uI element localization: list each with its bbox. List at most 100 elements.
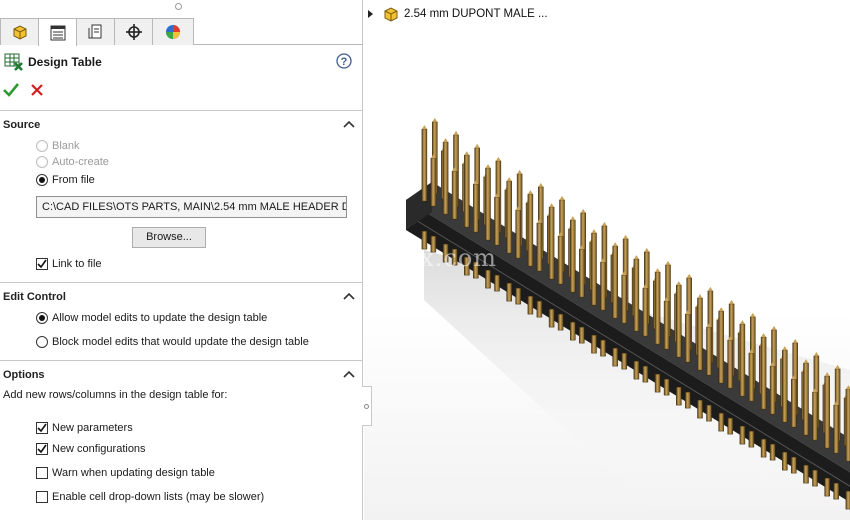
header-pin-short-tail	[748, 430, 755, 448]
header-pin-tip	[761, 333, 767, 338]
options-subtitle: Add new rows/columns in the design table…	[3, 389, 228, 401]
panel-collapse-handle[interactable]	[362, 386, 372, 426]
header-pin-tip	[771, 325, 777, 330]
header-pin	[421, 128, 428, 202]
radio-blank[interactable]: Blank	[36, 138, 80, 154]
header-pin-tip	[559, 195, 565, 200]
tab-feature-manager[interactable]	[0, 18, 39, 45]
header-pin-tail	[676, 386, 682, 406]
header-pin	[633, 258, 640, 332]
panel-grip-icon[interactable]	[175, 3, 182, 10]
header-pin-tip	[707, 286, 713, 291]
header-pin	[612, 245, 618, 319]
header-pin	[506, 180, 512, 254]
part-name-label: 2.54 mm DUPONT MALE ...	[404, 8, 548, 20]
header-pin-tip	[697, 294, 703, 299]
header-pin-short	[663, 300, 670, 350]
header-pin	[718, 310, 724, 384]
header-pin-short	[473, 183, 479, 233]
expand-arrow-icon[interactable]	[368, 10, 373, 18]
edit-control-section-title[interactable]: Edit Control	[3, 291, 66, 303]
tab-property-manager[interactable]	[38, 18, 77, 46]
tab-dimxpert-manager[interactable]	[114, 18, 153, 45]
ok-checkmark-icon[interactable]	[2, 82, 20, 98]
header-pin-short	[494, 196, 500, 246]
header-pin-short-tail	[536, 300, 543, 318]
header-pin-short	[812, 391, 818, 441]
design-table-icon	[4, 53, 23, 71]
header-pin-tip	[580, 208, 586, 213]
browse-button[interactable]: Browse...	[132, 227, 206, 248]
header-pin-tail	[612, 347, 618, 367]
cancel-x-icon[interactable]	[29, 82, 45, 98]
header-pin-short	[600, 261, 606, 311]
file-path-field[interactable]: C:\CAD FILES\OTS PARTS, MAIN\2.54 mm MAL…	[36, 196, 347, 218]
header-pin-short-tail	[621, 352, 627, 370]
tab-display-manager[interactable]	[152, 18, 194, 45]
header-pin	[782, 349, 788, 423]
header-pin-short	[833, 404, 839, 454]
header-pin-tip	[432, 117, 438, 122]
svg-text:?: ?	[341, 56, 348, 68]
header-pin-short-tail	[812, 469, 818, 487]
radio-from-file[interactable]: From file	[36, 172, 95, 188]
header-pin-short	[451, 170, 458, 220]
link-to-file-checkbox[interactable]: Link to file	[36, 256, 102, 272]
header-pin	[591, 232, 597, 306]
checkmark-icon	[37, 259, 47, 269]
header-pin-tip	[421, 125, 427, 130]
header-pin-tail	[845, 490, 850, 510]
configuration-manager-icon	[88, 24, 101, 39]
property-manager-icon	[50, 25, 65, 40]
cell-dropdown-checkbox[interactable]: Enable cell drop-down lists (may be slow…	[36, 489, 264, 505]
header-pin	[548, 206, 555, 280]
header-pin	[570, 219, 576, 293]
header-pin	[845, 388, 850, 462]
help-icon[interactable]: ?	[336, 53, 352, 69]
header-pin	[654, 271, 661, 345]
manager-tabs	[0, 18, 363, 46]
header-pin	[464, 154, 470, 228]
source-section-title[interactable]: Source	[3, 119, 40, 131]
header-pin-tail	[527, 295, 534, 315]
header-pin-tip	[464, 151, 470, 156]
options-section-title[interactable]: Options	[3, 369, 45, 381]
radio-block-model-edits[interactable]: Block model edits that would update the …	[36, 334, 309, 350]
header-pin-short	[727, 339, 733, 389]
tab-configuration-manager[interactable]	[76, 18, 115, 45]
radio-allow-model-edits[interactable]: Allow model edits to update the design t…	[36, 310, 267, 326]
header-pin	[676, 284, 682, 358]
header-pin-tip	[549, 203, 555, 208]
warn-updating-checkbox[interactable]: Warn when updating design table	[36, 465, 215, 481]
feature-tree-root[interactable]: 2.54 mm DUPONT MALE ...	[368, 5, 548, 23]
graphics-viewport[interactable]: 2.54 mm DUPONT MALE ... www.3dmox.com	[364, 0, 850, 520]
header-pin-tail	[824, 477, 830, 497]
header-pin	[485, 167, 491, 241]
new-configurations-checkbox[interactable]: New configurations	[36, 441, 146, 457]
header-pin-tip	[676, 281, 682, 286]
new-parameters-checkbox[interactable]: New parameters	[36, 420, 133, 436]
header-pin	[697, 297, 703, 371]
chevron-up-icon[interactable]	[343, 119, 355, 129]
header-pin-tip	[612, 242, 618, 247]
section-divider	[0, 360, 363, 361]
header-pin-short	[706, 326, 712, 376]
header-pin-tail	[697, 399, 703, 419]
chevron-up-icon[interactable]	[343, 291, 355, 301]
header-pin-tip	[601, 221, 607, 226]
chevron-up-icon[interactable]	[343, 369, 355, 379]
header-pin	[442, 141, 449, 215]
header-pin-short	[515, 209, 521, 259]
header-pin-short	[557, 235, 564, 285]
header-pin-short	[430, 157, 437, 207]
panel-title: Design Table	[28, 55, 102, 69]
header-pin-tail	[633, 360, 640, 380]
header-pin-short	[579, 248, 585, 298]
radio-auto-create[interactable]: Auto-create	[36, 154, 109, 170]
header-pin-tip	[517, 169, 523, 174]
header-pin-short-tail	[494, 274, 500, 292]
header-pin-tip	[813, 351, 819, 356]
header-pin-tip	[474, 143, 480, 148]
section-divider	[0, 110, 363, 111]
header-pin-short	[536, 222, 543, 272]
